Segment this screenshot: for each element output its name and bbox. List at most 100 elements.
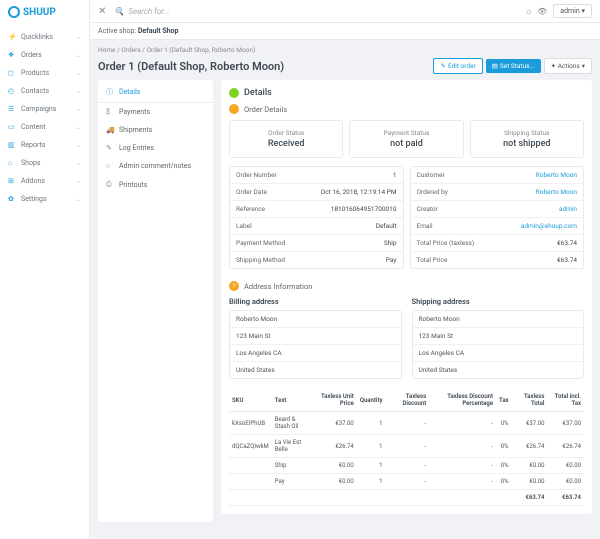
sidebar-item-reports[interactable]: ▥ Reports ⌄ (0, 136, 89, 154)
home-icon[interactable]: ⌂ (526, 7, 531, 16)
sidebar-item-addons[interactable]: ⊞ Addons ⌄ (0, 172, 89, 190)
sidebar-item-settings[interactable]: ✿ Settings ⌄ (0, 190, 89, 208)
sidebar-item-orders[interactable]: ❖ Orders ⌄ (0, 46, 89, 64)
status-value: not paid (390, 139, 423, 149)
sidebar-item-label: Quicklinks (21, 33, 53, 41)
details-dot-icon (229, 88, 239, 98)
status-label: Shipping Status (475, 129, 579, 137)
order-details-dot-icon (229, 104, 239, 114)
admin-menu[interactable]: admin ▾ (553, 4, 592, 18)
status-value: not shipped (503, 139, 550, 149)
tab-payments[interactable]: $ Payments (98, 103, 213, 121)
info-key: Label (236, 222, 376, 230)
sidebar-item-label: Addons (21, 177, 45, 185)
tab-details[interactable]: ⓘ Details (98, 82, 213, 103)
tab-label: Admin comment/notes (119, 162, 191, 170)
tab-shipments[interactable]: 🚚 Shipments (98, 121, 213, 139)
sidebar-item-shops[interactable]: ⌂ Shops ⌄ (0, 154, 89, 172)
sidebar-item-label: Products (21, 69, 49, 77)
info-key: Order Date (236, 188, 321, 196)
info-value[interactable]: admin (559, 205, 577, 213)
col-header: Tax (496, 389, 512, 412)
address-line: 123 Main St (230, 328, 401, 345)
sidebar-item-content[interactable]: ▭ Content ⌄ (0, 118, 89, 136)
info-row: Total Price (taxless) €63.74 (411, 235, 584, 252)
reports-icon: ▥ (8, 141, 16, 149)
tab-icon: 🚚 (106, 126, 114, 134)
settings-icon: ✿ (8, 195, 16, 203)
addons-icon: ⊞ (8, 177, 16, 185)
col-header: Text (272, 389, 313, 412)
address-line: Los Angeles CA (230, 345, 401, 362)
chevron-down-icon: ⌄ (76, 160, 81, 167)
sidebar-item-contacts[interactable]: ◴ Contacts ⌄ (0, 82, 89, 100)
info-value: 1 (393, 171, 397, 179)
chevron-down-icon: ⌄ (76, 196, 81, 203)
info-key: Ordered by (417, 188, 536, 196)
detail-tabs: ⓘ Details $ Payments 🚚 Shipments ✎ Log E… (98, 80, 213, 522)
orders-icon: ❖ (8, 51, 16, 59)
set-status-button[interactable]: ▤ Set Status... (486, 59, 541, 73)
tab-log-entries[interactable]: ✎ Log Entries (98, 139, 213, 157)
info-value: Oct 16, 2018, 12:19:14 PM (321, 188, 397, 196)
info-row: Email admin@shuup.com (411, 218, 584, 235)
info-row: Order Number 1 (230, 167, 403, 184)
info-row: Reference 181016064951700010 (230, 201, 403, 218)
info-value[interactable]: admin@shuup.com (521, 222, 577, 230)
sidebar-item-label: Contacts (21, 87, 49, 95)
chevron-down-icon: ⌄ (76, 34, 81, 41)
address-line: United States (230, 362, 401, 378)
info-key: Email (417, 222, 521, 230)
edit-order-button[interactable]: ✎ Edit order (433, 58, 482, 74)
tab-printouts[interactable]: ⎙ Printouts (98, 175, 213, 194)
chevron-down-icon: ⌄ (76, 178, 81, 185)
info-key: Order Number (236, 171, 393, 179)
address-line: Roberto Moon (413, 311, 584, 328)
search-icon: 🔍 (114, 7, 124, 16)
tab-admin-comment-notes[interactable]: ○ Admin comment/notes (98, 157, 213, 175)
quicklinks-icon: ⚡ (8, 33, 16, 41)
content-icon: ▭ (8, 123, 16, 131)
sidebar-item-quicklinks[interactable]: ⚡ Quicklinks ⌄ (0, 28, 89, 46)
address-line: Roberto Moon (230, 311, 401, 328)
info-row: Total Price €63.74 (411, 252, 584, 268)
chevron-down-icon: ⌄ (76, 52, 81, 59)
info-value[interactable]: Roberto Moon (536, 171, 577, 179)
table-total-row: €63.74€63.74 (229, 490, 584, 506)
info-key: Creator (417, 205, 559, 213)
chevron-down-icon: ⌄ (76, 142, 81, 149)
status-box: Shipping Status not shipped (470, 120, 584, 158)
active-shop-bar: Active shop: Default Shop (90, 23, 600, 40)
page-title: Order 1 (Default Shop, Roberto Moon) (98, 60, 430, 73)
table-row: Ship€0.001 --0%€0.00€0.00 (229, 458, 584, 474)
tab-icon: ✎ (106, 144, 114, 152)
sidebar-item-label: Content (21, 123, 46, 131)
info-row: Shipping Method Pay (230, 252, 403, 268)
breadcrumb[interactable]: Home / Orders / Order 1 (Default Shop, R… (98, 46, 592, 54)
address-dot-icon: ? (229, 281, 239, 291)
sidebar-item-products[interactable]: ◻ Products ⌄ (0, 64, 89, 82)
info-key: Total Price (taxless) (417, 239, 558, 247)
tab-label: Log Entries (119, 144, 154, 152)
tab-icon: $ (106, 108, 114, 116)
col-header: SKU (229, 389, 272, 412)
contacts-icon: ◴ (8, 87, 16, 95)
info-row: Creator admin (411, 201, 584, 218)
tab-icon: ⎙ (106, 180, 114, 189)
sidebar-item-label: Orders (21, 51, 42, 59)
status-label: Payment Status (354, 129, 458, 137)
actions-menu[interactable]: ✦ Actions ▾ (544, 58, 592, 74)
shops-icon: ⌂ (8, 159, 16, 167)
sidebar-item-campaigns[interactable]: ☰ Campaigns ⌄ (0, 100, 89, 118)
close-icon[interactable]: ✕ (98, 6, 106, 17)
billing-address-title: Billing address (229, 297, 402, 306)
address-line: 123 Main St (413, 328, 584, 345)
brand-logo[interactable]: SHUUP (0, 0, 89, 24)
sidebar: SHUUP ⚡ Quicklinks ⌄ ❖ Orders ⌄ ◻ Produc… (0, 0, 90, 539)
info-value: €63.74 (557, 239, 577, 247)
search-input[interactable]: 🔍 Search for... (114, 7, 526, 16)
products-icon: ◻ (8, 69, 16, 77)
brand-name: SHUUP (23, 7, 56, 18)
info-value[interactable]: Roberto Moon (536, 188, 577, 196)
eye-icon[interactable]: 👁 (537, 7, 547, 16)
